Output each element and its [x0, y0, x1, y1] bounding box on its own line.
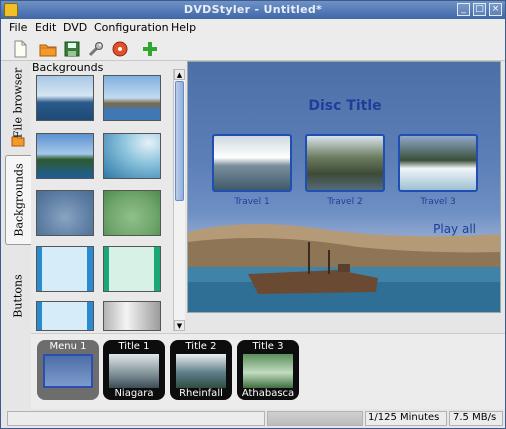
menu-card[interactable]: Menu 1 [37, 340, 99, 400]
backgrounds-scrollbar[interactable]: ▲ ▼ [173, 69, 185, 331]
disc-usage-text: 1/125 Minutes [368, 412, 440, 423]
titleset-strip: Menu 1 Title 1 Niagara Title 2 Rheinfall… [31, 333, 505, 409]
scroll-up-icon[interactable]: ▲ [174, 69, 185, 80]
add-file-icon[interactable] [141, 40, 159, 58]
menu-preview-canvas[interactable]: Disc Title Travel 1 Travel 2 Travel 3 Pl… [187, 61, 501, 313]
card-title: Title 1 [118, 341, 150, 352]
tab-backgrounds[interactable]: Backgrounds [5, 155, 31, 245]
card-label: Niagara [114, 388, 154, 399]
save-icon[interactable] [63, 40, 81, 58]
scroll-down-icon[interactable]: ▼ [174, 320, 185, 331]
background-thumbnail[interactable] [103, 246, 161, 292]
burn-disc-icon[interactable] [111, 40, 129, 58]
background-thumbnail[interactable] [36, 190, 94, 236]
menu-file[interactable]: File [9, 21, 27, 34]
toolbar [1, 37, 505, 61]
card-thumbnail [109, 354, 159, 388]
title-caption[interactable]: Travel 2 [305, 197, 385, 207]
tab-backgrounds-label: Backgrounds [12, 163, 25, 237]
maximize-button[interactable]: □ [473, 3, 486, 16]
title-card[interactable]: Title 2 Rheinfall [170, 340, 232, 400]
background-thumbnail[interactable] [36, 75, 94, 121]
background-thumbnail[interactable] [36, 246, 94, 292]
minimize-button[interactable]: _ [457, 3, 470, 16]
menu-configuration[interactable]: Configuration [94, 21, 169, 34]
title-caption[interactable]: Travel 1 [212, 197, 292, 207]
disc-title[interactable]: Disc Title [188, 98, 500, 114]
status-bar: 1/125 Minutes 7.5 MB/s [1, 409, 505, 428]
title-button-thumbnail[interactable] [398, 134, 478, 192]
title-card[interactable]: Title 1 Niagara [103, 340, 165, 400]
tab-file-browser-label: File browser [11, 67, 25, 139]
title-button-thumbnail[interactable] [212, 134, 292, 192]
title-caption[interactable]: Travel 3 [398, 197, 478, 207]
window-title: DVDStyler - Untitled* [183, 3, 323, 16]
status-message-area [7, 411, 265, 426]
new-file-icon[interactable] [11, 40, 29, 58]
folder-icon [11, 136, 25, 147]
card-title: Title 3 [252, 341, 284, 352]
card-thumbnail [243, 354, 293, 388]
close-button[interactable]: × [489, 3, 502, 16]
menu-edit[interactable]: Edit [35, 21, 56, 34]
menu-dvd[interactable]: DVD [63, 21, 87, 34]
disc-usage-progress-bar [267, 411, 363, 426]
data-rate-text: 7.5 MB/s [453, 412, 497, 423]
title-button-thumbnail[interactable] [305, 134, 385, 192]
background-thumbnail[interactable] [103, 190, 161, 236]
scrollbar-thumb[interactable] [175, 81, 184, 201]
menu-help[interactable]: Help [171, 21, 196, 34]
title-bar: DVDStyler - Untitled* _ □ × [1, 1, 505, 19]
card-label: Rheinfall [179, 388, 223, 399]
settings-wrench-icon[interactable] [87, 40, 105, 58]
card-thumbnail [43, 354, 93, 388]
background-thumbnail[interactable] [103, 75, 161, 121]
play-all-button[interactable]: Play all [433, 222, 476, 236]
background-thumbnail[interactable] [103, 301, 161, 331]
background-thumbnail[interactable] [103, 133, 161, 179]
backgrounds-panel: Backgrounds [31, 61, 185, 333]
card-label: Athabasca [241, 388, 295, 399]
background-thumbnail[interactable] [36, 133, 94, 179]
backgrounds-panel-title: Backgrounds [32, 61, 104, 74]
tab-buttons[interactable]: Buttons [5, 263, 31, 329]
menu-bar: File Edit DVD Configuration Help [1, 19, 505, 37]
card-title: Menu 1 [49, 341, 87, 352]
app-window: DVDStyler - Untitled* _ □ × File Edit DV… [0, 0, 506, 429]
tab-file-browser[interactable]: File browser [5, 63, 31, 143]
tab-buttons-label: Buttons [11, 274, 25, 318]
card-thumbnail [176, 354, 226, 388]
open-folder-icon[interactable] [39, 40, 57, 58]
card-title: Title 2 [185, 341, 217, 352]
background-thumbnail[interactable] [36, 301, 94, 331]
sidebar-tabs: File browser Backgrounds Buttons [5, 63, 31, 331]
title-card[interactable]: Title 3 Athabasca [237, 340, 299, 400]
